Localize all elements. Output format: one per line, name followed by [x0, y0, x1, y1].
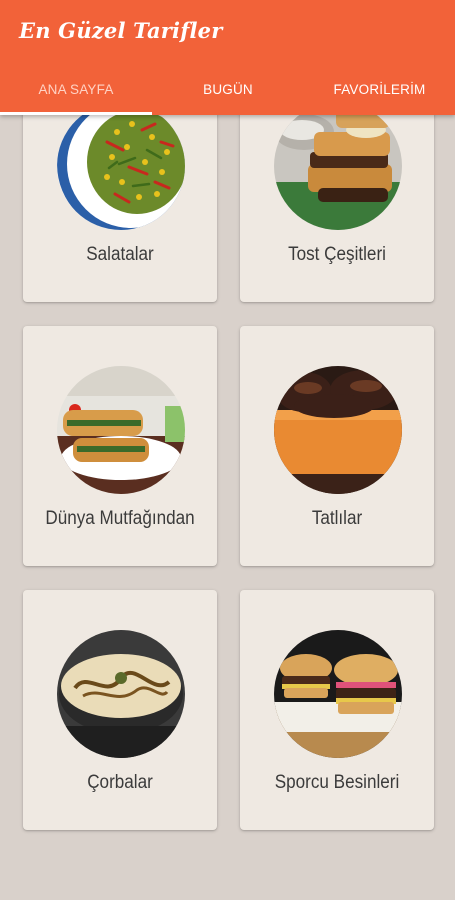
- burger-image: [274, 630, 402, 758]
- category-card-sporcu-besinleri[interactable]: Sporcu Besinleri: [240, 590, 434, 830]
- category-label: Salatalar: [86, 244, 154, 265]
- soup-image: [57, 630, 185, 758]
- category-label: Tatlılar: [311, 508, 363, 529]
- app-bar: En Güzel Tarifler ANA SAYFA BUGÜN FAVORİ…: [0, 0, 455, 115]
- category-card-tatlilar[interactable]: Tatlılar: [240, 326, 434, 566]
- borek-image: [57, 366, 185, 494]
- category-card-dunya-mutfagindan[interactable]: Dünya Mutfağından: [23, 326, 217, 566]
- category-label: Sporcu Besinleri: [274, 772, 400, 793]
- tab-ana-sayfa[interactable]: ANA SAYFA: [0, 70, 152, 115]
- category-label: Dünya Mutfağından: [45, 508, 195, 529]
- category-grid: Salatalar Tost Çeşitleri Dünya Mutfağınd…: [0, 0, 455, 900]
- toast-image: [274, 102, 402, 230]
- category-label: Tost Çeşitleri: [288, 244, 386, 265]
- tab-favorilerim[interactable]: FAVORİLERİM: [304, 70, 455, 115]
- app-title: En Güzel Tarifler: [19, 18, 223, 43]
- tab-bugun[interactable]: BUGÜN: [152, 70, 304, 115]
- category-label: Çorbalar: [87, 772, 153, 793]
- dessert-image: [274, 366, 402, 494]
- tab-indicator: [0, 112, 152, 115]
- category-card-corbalar[interactable]: Çorbalar: [23, 590, 217, 830]
- tab-bar: ANA SAYFA BUGÜN FAVORİLERİM: [0, 70, 455, 115]
- salad-image: [57, 102, 185, 230]
